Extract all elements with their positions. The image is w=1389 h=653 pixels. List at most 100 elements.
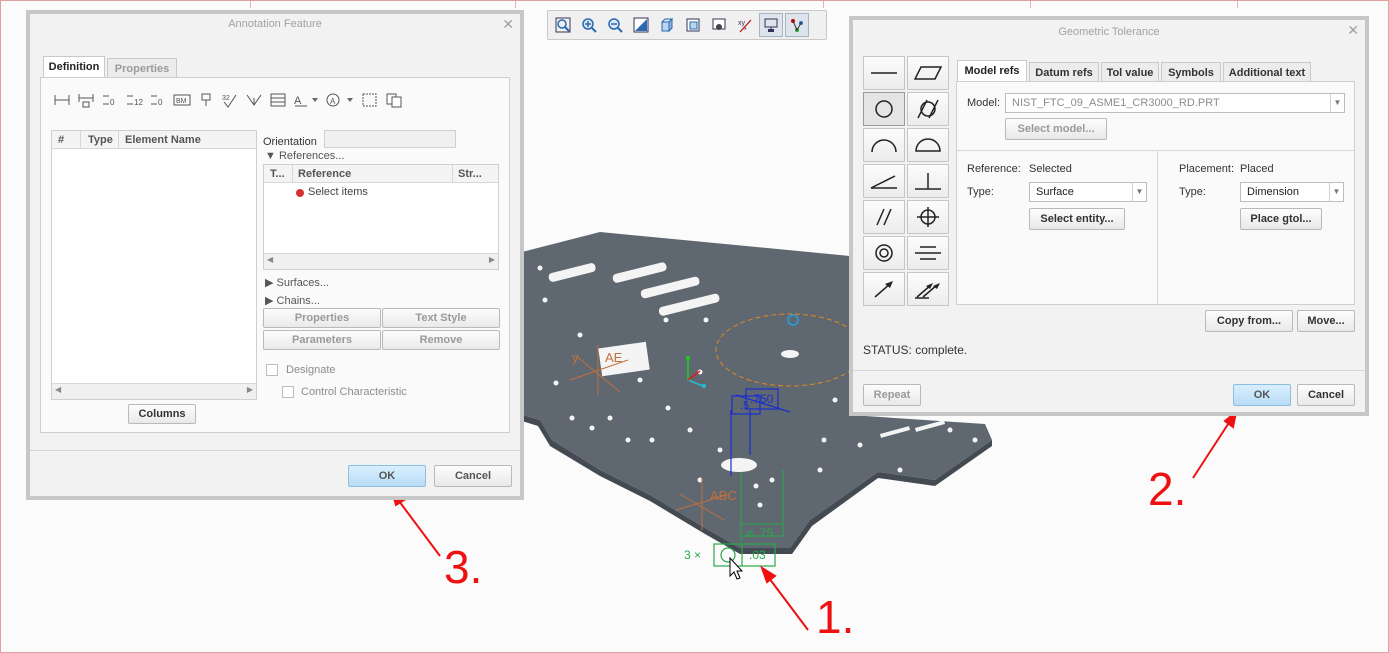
gtol-tolerance-value[interactable]: .03 (749, 548, 766, 562)
col-type[interactable]: Type (88, 131, 113, 149)
references-toggle[interactable]: ▼ References... (265, 150, 344, 162)
copy-from-button[interactable]: Copy from... (1205, 310, 1293, 332)
tab-definition[interactable]: Definition (43, 56, 105, 78)
note-dropdown-icon[interactable]: A (293, 92, 319, 108)
select-items-prompt[interactable]: Select items (308, 186, 368, 198)
col-number[interactable]: # (58, 131, 64, 149)
profile-surface-icon[interactable] (907, 128, 949, 162)
profile-line-icon[interactable] (863, 128, 905, 162)
spin-center-icon[interactable] (785, 13, 809, 37)
angularity-icon[interactable] (863, 164, 905, 198)
reference-type-select[interactable]: Surface ▼ (1029, 182, 1147, 202)
circularity-icon[interactable] (863, 92, 905, 126)
axis-label-y: y (572, 350, 579, 365)
move-button[interactable]: Move... (1297, 310, 1355, 332)
saved-views-icon[interactable] (681, 13, 705, 37)
model-select[interactable]: NIST_FTC_09_ASME1_CR3000_RD.PRT ▼ (1005, 93, 1345, 113)
circular-runout-icon[interactable] (863, 272, 905, 306)
chains-toggle[interactable]: ▶ Chains... (265, 294, 320, 307)
datum-display-icon[interactable] (759, 13, 783, 37)
control-characteristic-checkbox[interactable] (282, 386, 294, 398)
ordinate-dimension-icon[interactable]: 0 (101, 92, 119, 108)
tab-symbols[interactable]: Symbols (1161, 62, 1221, 82)
col-t[interactable]: T... (270, 165, 285, 183)
callout-1: 1. (816, 591, 855, 643)
symmetry-icon[interactable] (907, 236, 949, 270)
chevron-down-icon: ▼ (1329, 183, 1343, 201)
parallelism-icon[interactable] (863, 200, 905, 234)
repeat-button[interactable]: Repeat (863, 384, 921, 406)
col-element-name[interactable]: Element Name (125, 131, 201, 149)
annotation-toolbar: 0 12 0 BM 32 A A (53, 92, 403, 108)
callout-2: 2. (1148, 463, 1187, 515)
designate-checkbox[interactable] (266, 364, 278, 376)
repaint-icon[interactable] (629, 13, 653, 37)
cylindricity-icon[interactable] (907, 92, 949, 126)
gtol-cancel-button[interactable]: Cancel (1297, 384, 1355, 406)
weld-symbol-icon[interactable] (245, 92, 263, 108)
flatness-icon[interactable] (907, 56, 949, 90)
columns-button[interactable]: Columns (128, 404, 196, 424)
close-icon[interactable]: ✕ (1347, 22, 1359, 39)
surfaces-toggle[interactable]: ▶ Surfaces... (265, 276, 329, 289)
annotation-display-icon[interactable]: xy * (733, 13, 757, 37)
tab-datum-refs[interactable]: Datum refs (1029, 62, 1099, 82)
display-style-icon[interactable] (655, 13, 679, 37)
callout-3: 3. (444, 541, 483, 593)
element-list-header: # Type Element Name (52, 131, 256, 149)
text-style-button[interactable]: Text Style (382, 308, 500, 328)
surface-finish-icon[interactable]: 32 (221, 92, 239, 108)
parameters-button[interactable]: Parameters (263, 330, 381, 350)
tab-additional-text[interactable]: Additional text (1223, 62, 1311, 82)
close-icon[interactable]: ✕ (502, 16, 514, 33)
perpendicularity-icon[interactable] (907, 164, 949, 198)
annotation-ok-button[interactable]: OK (348, 465, 426, 487)
symbol-dropdown-icon[interactable]: A (325, 92, 355, 108)
placement-value: Placed (1240, 163, 1274, 175)
annotation-cancel-button[interactable]: Cancel (434, 465, 512, 487)
basic-dimension-icon[interactable]: BM (173, 92, 191, 108)
reference-scrollbar[interactable]: ◀ ▶ (264, 253, 498, 269)
total-runout-icon[interactable] (907, 272, 949, 306)
zoom-out-icon[interactable] (603, 13, 627, 37)
element-list[interactable]: # Type Element Name ◀ ▶ (51, 130, 257, 400)
tab-tol-value[interactable]: Tol value (1101, 62, 1159, 82)
dimension-icon[interactable] (53, 92, 71, 108)
zoom-in-icon[interactable] (577, 13, 601, 37)
view-manager-icon[interactable] (707, 13, 731, 37)
copy-icon[interactable] (385, 92, 403, 108)
select-entity-button[interactable]: Select entity... (1029, 208, 1125, 230)
ref-dimension-icon[interactable] (77, 92, 95, 108)
ordinate-ref-icon[interactable]: 12 (125, 92, 143, 108)
diameter-dimension[interactable]: ⌀ .75 (746, 526, 773, 540)
blue-dimension-value[interactable]: .750 (750, 392, 773, 406)
select-box-icon[interactable] (361, 92, 379, 108)
col-reference[interactable]: Reference (298, 165, 351, 183)
remove-button[interactable]: Remove (382, 330, 500, 350)
select-model-button[interactable]: Select model... (1005, 118, 1107, 140)
chevron-down-icon: ▼ (1330, 94, 1344, 112)
auto-ordinate-icon[interactable]: 0 (149, 92, 167, 108)
properties-button[interactable]: Properties (263, 308, 381, 328)
col-str[interactable]: Str... (458, 165, 482, 183)
orientation-label: Orientation (263, 136, 317, 148)
position-icon[interactable] (907, 200, 949, 234)
place-gtol-button[interactable]: Place gtol... (1240, 208, 1322, 230)
datum-target-icon[interactable] (197, 92, 215, 108)
tab-properties[interactable]: Properties (107, 58, 177, 78)
svg-text:A: A (294, 95, 302, 107)
reference-table[interactable]: T... Reference Str... Select items ◀ ▶ (263, 164, 499, 270)
tab-model-refs[interactable]: Model refs (957, 60, 1027, 82)
concentricity-icon[interactable] (863, 236, 905, 270)
refit-icon[interactable] (551, 13, 575, 37)
blue-dimension-value-2[interactable]: .5 (740, 400, 749, 412)
orientation-field[interactable] (324, 130, 456, 148)
horizontal-scrollbar[interactable]: ◀ ▶ (52, 383, 256, 399)
view-toolbar: xy * (547, 10, 827, 40)
geometric-tolerance-dialog: Geometric Tolerance ✕ Model refs Datum r… (849, 16, 1369, 416)
straightness-icon[interactable] (863, 56, 905, 90)
table-icon[interactable] (269, 92, 287, 108)
placement-type-select[interactable]: Dimension ▼ (1240, 182, 1344, 202)
gtol-ok-button[interactable]: OK (1233, 384, 1291, 406)
control-characteristic-label: Control Characteristic (301, 386, 407, 398)
